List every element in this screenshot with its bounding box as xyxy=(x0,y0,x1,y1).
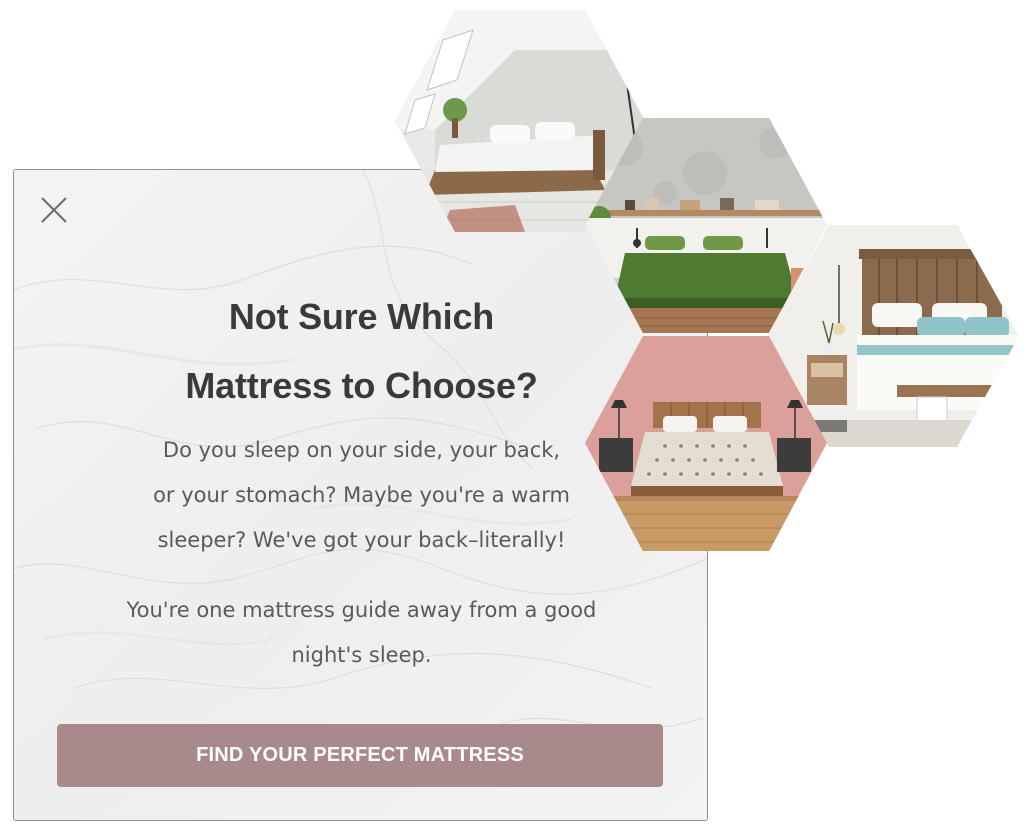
gallery-image-pink-bedroom xyxy=(585,336,827,551)
description-line-1: Do you sleep on your side, your back, xyxy=(162,438,561,462)
headline-line-2: Mattress to Choose? xyxy=(185,365,538,406)
close-icon xyxy=(41,197,67,223)
tagline-line-2: night's sleep. xyxy=(291,643,432,667)
headline-line-1: Not Sure Which xyxy=(228,296,495,337)
description-line-2: or your stomach? Maybe you're a warm xyxy=(153,483,570,507)
tagline-line-1: You're one mattress guide away from a go… xyxy=(126,598,597,622)
find-mattress-button[interactable]: FIND YOUR PERFECT MATTRESS xyxy=(57,724,663,787)
description-line-3: sleeper? We've got your back–literally! xyxy=(157,528,566,552)
close-button[interactable] xyxy=(38,194,70,226)
popup-stage: Not Sure Which Mattress to Choose? Do yo… xyxy=(0,0,1024,835)
modal-description: Do you sleep on your side, your back, or… xyxy=(104,428,619,563)
modal-tagline: You're one mattress guide away from a go… xyxy=(84,588,639,678)
modal-headline: Not Sure Which Mattress to Choose? xyxy=(94,282,629,420)
